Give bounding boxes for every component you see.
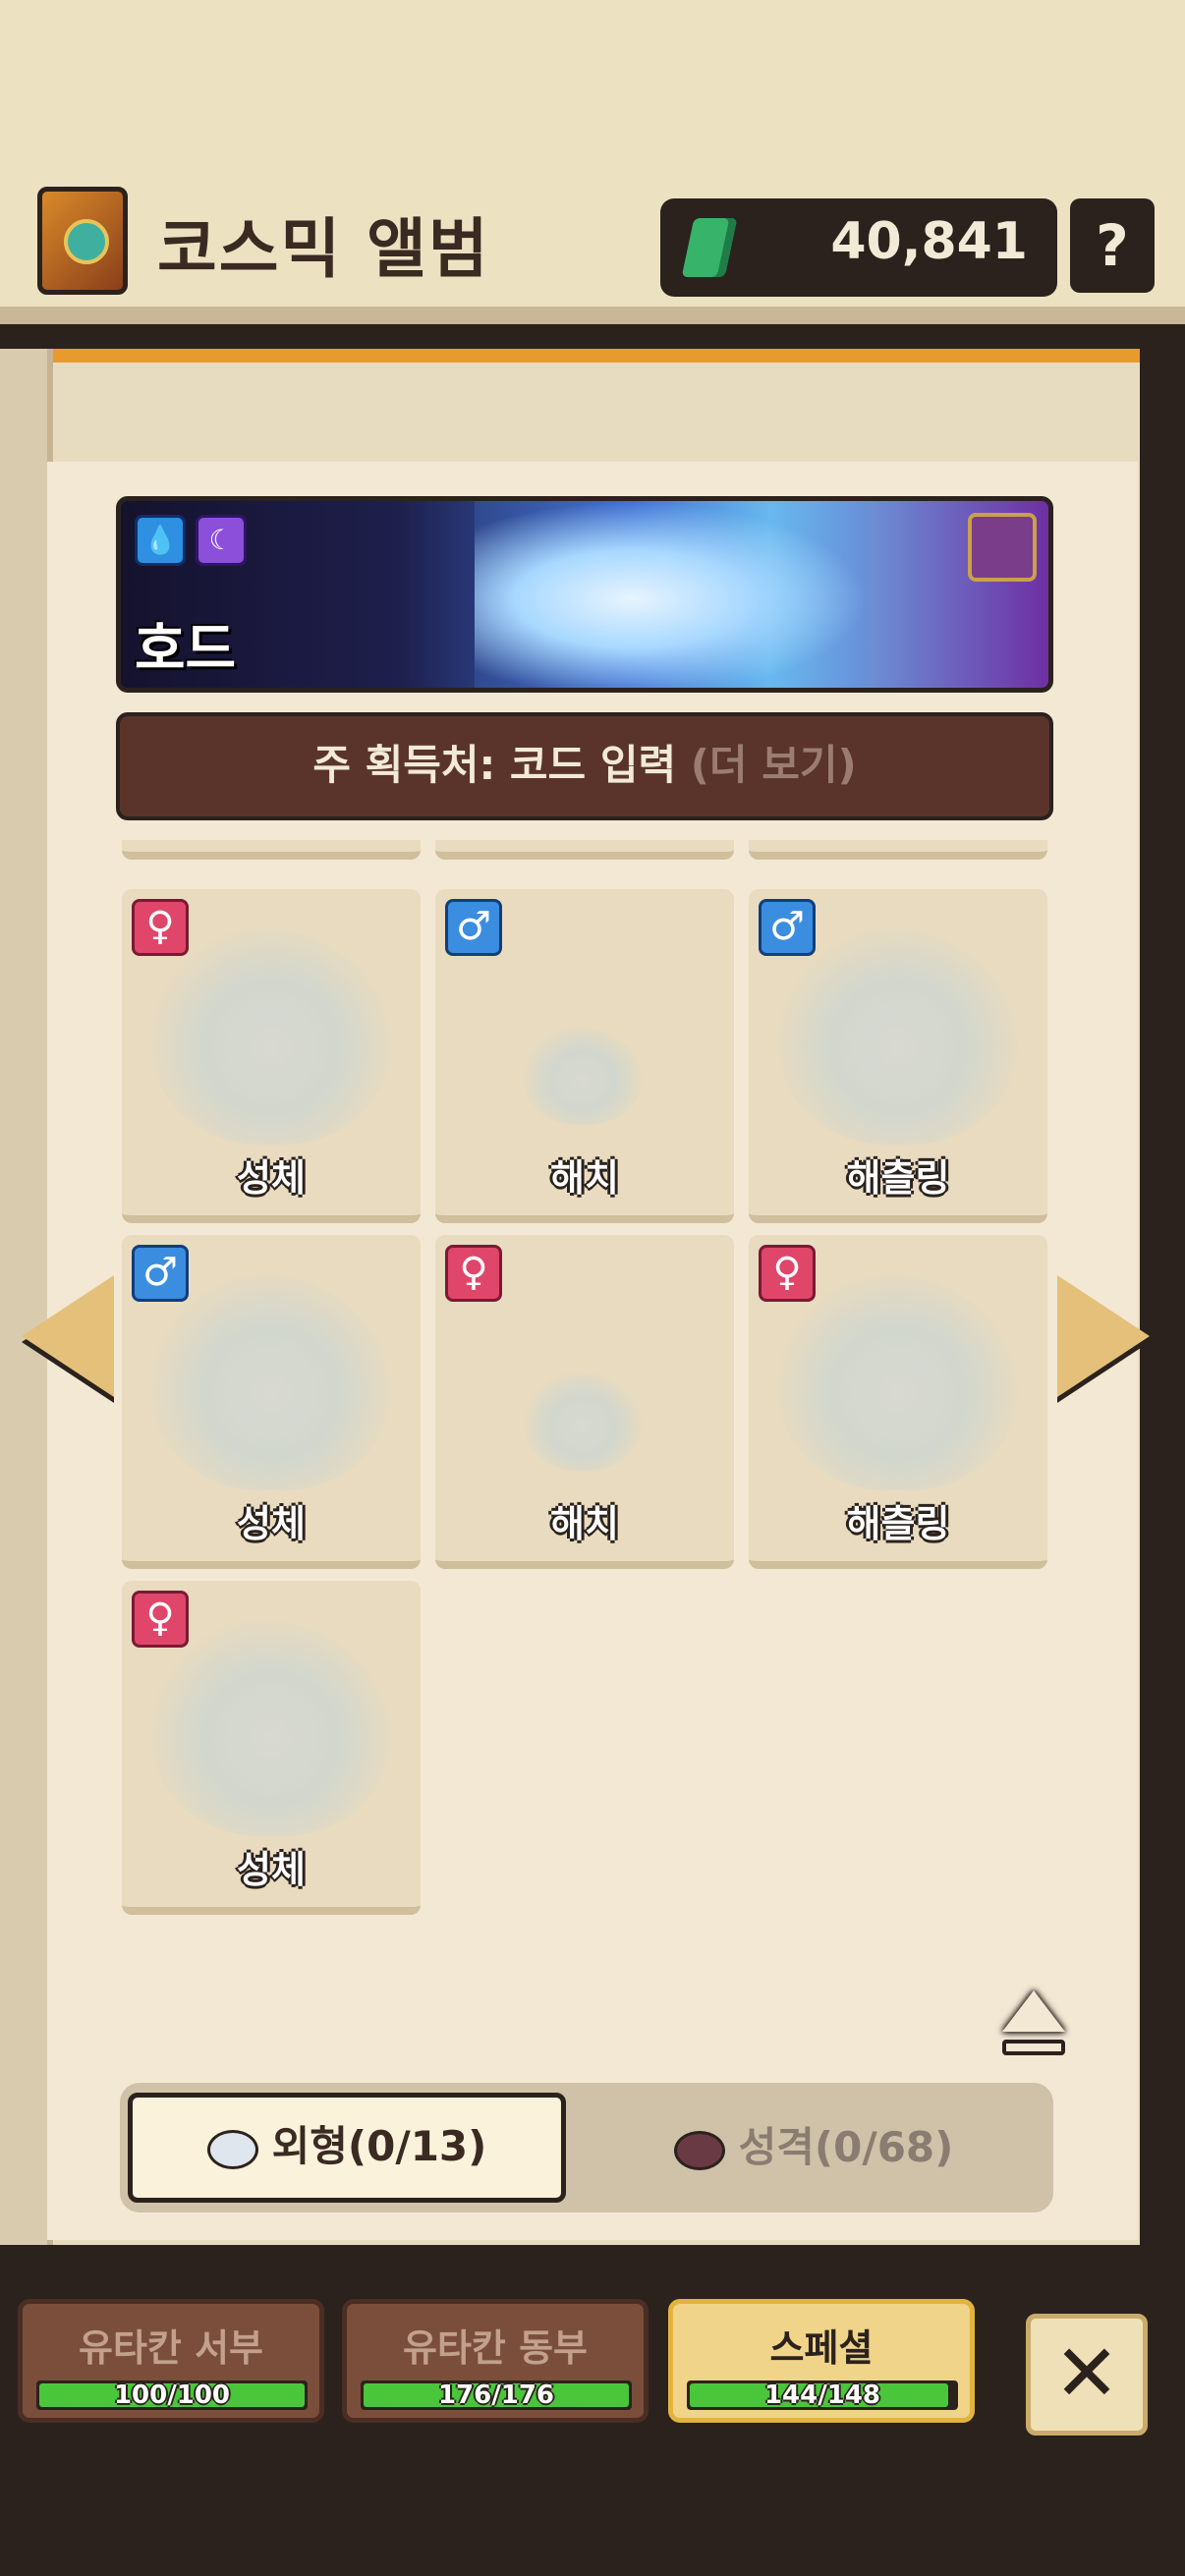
card-label: 해치: [550, 1156, 619, 1200]
dragon-name: 호드: [135, 618, 237, 682]
card-label: 해치: [550, 1502, 619, 1545]
appearance-card[interactable]: ♀ 성체: [122, 1581, 421, 1915]
appearance-grid[interactable]: ♀ 성체 ♂ 해치 ♂ 해츨링 ♂ 성체 ♀ 해치 ♀ 해츨링 ♀ 성체: [116, 840, 1053, 1921]
dragon-art: [475, 501, 868, 688]
top-bar-divider: [0, 307, 1185, 324]
male-icon: ♂: [132, 1245, 189, 1302]
prev-page-arrow-icon[interactable]: [22, 1275, 114, 1397]
appearance-dragon-icon: [206, 2129, 258, 2169]
region-button-utakan-west[interactable]: 유타칸 서부 100/100: [18, 2299, 324, 2423]
card-label: 해츨링: [846, 1502, 950, 1545]
male-icon: ♂: [445, 899, 502, 956]
dragon-silhouette: [778, 928, 1018, 1145]
page-title: 코스믹 앨범: [157, 211, 490, 287]
scroll-to-top-button[interactable]: [996, 1985, 1071, 2063]
progress-text: 176/176: [437, 2380, 555, 2410]
region-label: 유타칸 서부: [78, 2326, 264, 2370]
card-partial[interactable]: [435, 840, 734, 860]
water-icon: 💧: [135, 515, 186, 566]
appearance-card[interactable]: ♀ 해치: [435, 1235, 734, 1569]
currency-value: 40,841: [830, 212, 1028, 271]
appearance-card[interactable]: ♂ 성체: [122, 1235, 421, 1569]
eject-bar-icon: [1002, 2040, 1065, 2055]
region-button-utakan-east[interactable]: 유타칸 동부 176/176: [342, 2299, 649, 2423]
dragon-silhouette: [524, 1372, 642, 1471]
gem-icon: [681, 218, 738, 277]
card-label: 성체: [237, 1156, 306, 1200]
eject-up-icon: [1002, 1990, 1065, 2032]
region-button-special[interactable]: 스페셜 144/148: [668, 2299, 975, 2423]
tab-appearance-label: 외형(0/13): [271, 2122, 487, 2170]
appearance-card[interactable]: ♂ 해치: [435, 889, 734, 1223]
region-label: 유타칸 동부: [402, 2326, 589, 2370]
acquisition-source-button[interactable]: 주 획득처: 코드 입력 (더 보기): [116, 712, 1053, 820]
female-icon: ♀: [132, 899, 189, 956]
category-tabs: 외형(0/13) 성격(0/68): [120, 2083, 1053, 2212]
album-book-icon: [37, 187, 128, 295]
region-label: 스페셜: [769, 2326, 874, 2370]
card-label: 해츨링: [846, 1156, 950, 1200]
appearance-card[interactable]: ♀ 성체: [122, 889, 421, 1223]
dragon-silhouette: [151, 1620, 391, 1836]
dragon-silhouette: [524, 1027, 642, 1125]
female-icon: ♀: [445, 1245, 502, 1302]
dragon-silhouette: [151, 1274, 391, 1490]
card-label: 성체: [237, 1848, 306, 1891]
moon-icon: ☾: [196, 515, 247, 566]
dragon-banner: 💧 ☾ 호드: [116, 496, 1053, 693]
card-label: 성체: [237, 1502, 306, 1545]
help-button[interactable]: ?: [1070, 198, 1155, 293]
currency-display: 40,841: [660, 198, 1057, 297]
personality-dragon-icon: [673, 2130, 725, 2170]
card-partial[interactable]: [122, 840, 421, 860]
region-progress-bar: 176/176: [361, 2380, 632, 2410]
card-partial[interactable]: [749, 840, 1047, 860]
female-icon: ♀: [759, 1245, 816, 1302]
female-icon: ♀: [132, 1591, 189, 1648]
tab-appearance[interactable]: 외형(0/13): [128, 2093, 566, 2203]
tab-personality[interactable]: 성격(0/68): [588, 2093, 1040, 2203]
source-more-link[interactable]: (더 보기): [691, 741, 857, 789]
progress-text: 100/100: [113, 2380, 231, 2410]
appearance-card[interactable]: ♀ 해츨링: [749, 1235, 1047, 1569]
next-page-arrow-icon[interactable]: [1057, 1275, 1150, 1397]
close-button[interactable]: ✕: [1026, 2314, 1148, 2436]
region-progress-bar: 100/100: [36, 2380, 308, 2410]
male-icon: ♂: [759, 899, 816, 956]
dragon-silhouette: [151, 928, 391, 1145]
tab-personality-label: 성격(0/68): [738, 2123, 954, 2171]
codex-book-icon[interactable]: [968, 513, 1037, 582]
source-label: 주 획득처: 코드 입력: [312, 741, 677, 789]
progress-text: 144/148: [763, 2380, 881, 2410]
appearance-card[interactable]: ♂ 해츨링: [749, 889, 1047, 1223]
dragon-silhouette: [778, 1274, 1018, 1490]
region-progress-bar: 144/148: [687, 2380, 958, 2410]
